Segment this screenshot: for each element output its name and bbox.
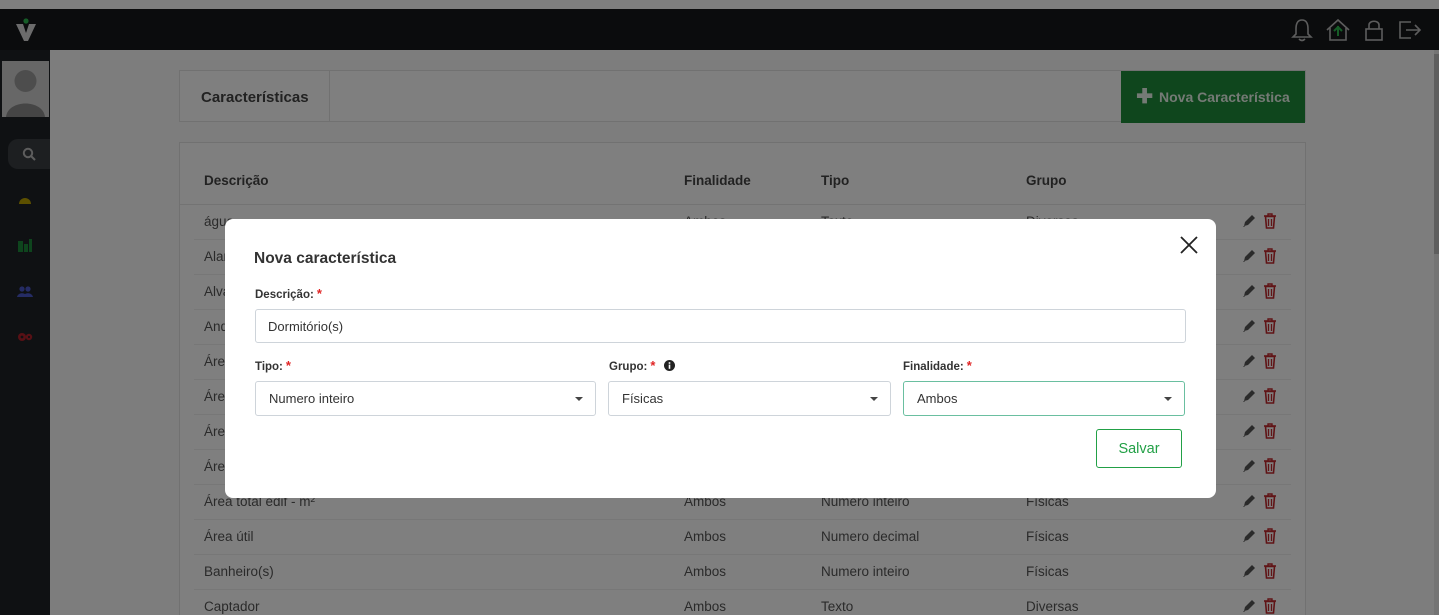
new-characteristic-modal: Nova característica Descrição:* Tipo:* N… (225, 219, 1216, 498)
grupo-label: Grupo: * (609, 358, 675, 373)
finalidade-label: Finalidade: * (903, 358, 972, 373)
required-mark: * (650, 358, 656, 373)
save-button[interactable]: Salvar (1096, 429, 1182, 468)
chevron-down-icon (870, 397, 878, 401)
required-mark: * (285, 358, 291, 373)
descricao-label: Descrição: * (255, 286, 322, 301)
finalidade-select-value: Ambos (917, 391, 958, 406)
descricao-label-text: Descrição: (255, 289, 314, 301)
close-icon[interactable] (1178, 234, 1200, 256)
tipo-select[interactable]: Numero inteiro (255, 381, 596, 416)
finalidade-label-text: Finalidade: (903, 361, 964, 373)
info-icon[interactable] (663, 360, 675, 371)
chevron-down-icon (1164, 397, 1172, 401)
tipo-select-value: Numero inteiro (269, 391, 355, 406)
required-mark: * (966, 358, 972, 373)
modal-title: Nova característica (254, 250, 397, 267)
grupo-label-text: Grupo: (609, 361, 648, 373)
grupo-select-value: Físicas (622, 391, 664, 406)
tipo-label: Tipo: * (255, 358, 291, 373)
descricao-input[interactable] (255, 309, 1186, 343)
tipo-label-text: Tipo: (255, 361, 283, 373)
finalidade-select[interactable]: Ambos (903, 381, 1185, 416)
grupo-select[interactable]: Físicas (608, 381, 891, 416)
required-mark: * (316, 286, 322, 301)
chevron-down-icon (575, 397, 583, 401)
